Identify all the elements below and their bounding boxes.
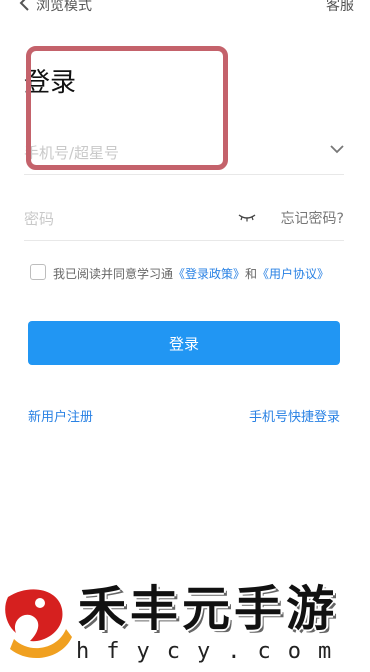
eye-closed-icon[interactable]: [238, 212, 256, 222]
forgot-password-link[interactable]: 忘记密码?: [281, 208, 344, 228]
agreement-row: 我已阅读并同意学习通《登录政策》和《用户协议》: [30, 264, 360, 284]
register-link[interactable]: 新用户注册: [28, 406, 93, 425]
password-field[interactable]: 密码 忘记密码?: [24, 194, 344, 241]
highlight-annotation: [26, 46, 228, 170]
watermark-chars: 禾 丰 元 手 游: [78, 581, 334, 637]
agreement-and: 和: [245, 267, 258, 281]
agreement-prefix: 我已阅读并同意学习通: [53, 267, 174, 281]
back-arrow-icon[interactable]: [18, 0, 32, 12]
agreement-checkbox[interactable]: [30, 264, 46, 280]
login-button[interactable]: 登录: [28, 321, 340, 365]
watermark-char: 禾: [78, 581, 127, 637]
watermark-logo-icon: [5, 589, 72, 659]
watermark-domain: hfycy.com: [76, 639, 349, 664]
site-watermark: 禾 丰 元 手 游 hfycy.com: [0, 575, 370, 672]
user-agreement-link[interactable]: 《用户协议》: [257, 267, 329, 281]
service-link[interactable]: 客服: [326, 0, 354, 15]
watermark-char: 丰: [130, 581, 179, 637]
chevron-down-icon[interactable]: [330, 144, 344, 154]
watermark-char: 元: [182, 581, 231, 637]
quick-login-link[interactable]: 手机号快捷登录: [249, 406, 340, 425]
top-bar: 浏览模式 客服: [0, 0, 370, 18]
mode-title[interactable]: 浏览模式: [36, 0, 92, 15]
agreement-text: 我已阅读并同意学习通《登录政策》和《用户协议》: [53, 265, 329, 282]
password-input[interactable]: 密码: [24, 208, 54, 229]
watermark-char: 游: [286, 581, 335, 637]
watermark-char: 手: [234, 581, 283, 637]
login-policy-link[interactable]: 《登录政策》: [173, 267, 245, 281]
